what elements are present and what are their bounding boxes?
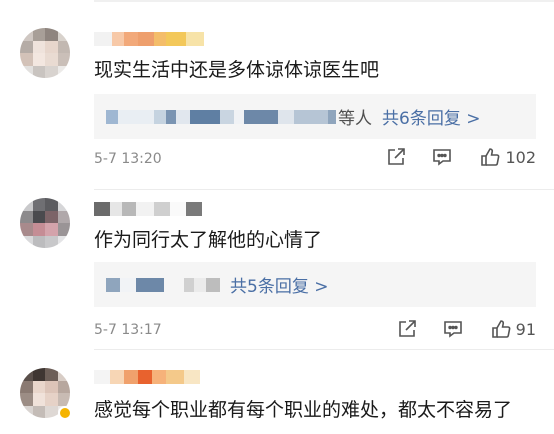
like-button[interactable]: 91 xyxy=(490,318,536,340)
like-count: 102 xyxy=(505,147,536,167)
comment-button[interactable] xyxy=(431,146,453,168)
like-icon xyxy=(491,320,511,338)
comment-item: 感觉每个职业都有每个职业的难处，都太不容易了 xyxy=(0,350,554,434)
share-icon xyxy=(388,148,406,165)
reply-usernames-redacted xyxy=(106,277,220,292)
comment-text: 感觉每个职业都有每个职业的难处，都太不容易了 xyxy=(94,399,513,421)
share-button[interactable] xyxy=(385,146,407,168)
timestamp: 5-7 13:20 xyxy=(94,151,162,167)
reply-usernames-redacted xyxy=(106,109,336,124)
comment-item: 现实生活中还是多体谅体谅医生吧 等人 共6条回复 > 5-7 13:20 102 xyxy=(0,0,554,190)
verified-badge-icon xyxy=(58,406,72,420)
comment-icon xyxy=(443,321,462,338)
view-replies-link[interactable]: 共6条回复 > xyxy=(382,104,480,129)
username-redacted[interactable] xyxy=(94,32,204,46)
avatar[interactable] xyxy=(20,198,70,248)
share-button[interactable] xyxy=(396,318,418,340)
comment-actions: 91 xyxy=(396,318,536,340)
avatar[interactable] xyxy=(20,28,70,78)
reply-preview[interactable]: 共5条回复 > xyxy=(94,262,536,307)
reply-preview[interactable]: 等人 共6条回复 > xyxy=(94,94,536,139)
like-icon xyxy=(481,148,500,166)
share-icon xyxy=(398,320,416,337)
comment-text: 作为同行太了解他的心情了 xyxy=(94,229,323,251)
like-button[interactable]: 102 xyxy=(479,146,536,168)
username-redacted[interactable] xyxy=(94,202,202,216)
username-redacted[interactable] xyxy=(94,370,200,384)
reply-etc-label: 等人 xyxy=(338,109,372,129)
comment-actions: 102 xyxy=(385,146,536,168)
comment-text: 现实生活中还是多体谅体谅医生吧 xyxy=(94,59,380,81)
timestamp: 5-7 13:17 xyxy=(94,322,162,338)
like-count: 91 xyxy=(515,319,536,339)
comment-button[interactable] xyxy=(442,318,464,340)
view-replies-link[interactable]: 共5条回复 > xyxy=(230,272,328,297)
comment-icon xyxy=(433,149,452,166)
comment-item: 作为同行太了解他的心情了 共5条回复 > 5-7 13:17 91 xyxy=(0,190,554,350)
